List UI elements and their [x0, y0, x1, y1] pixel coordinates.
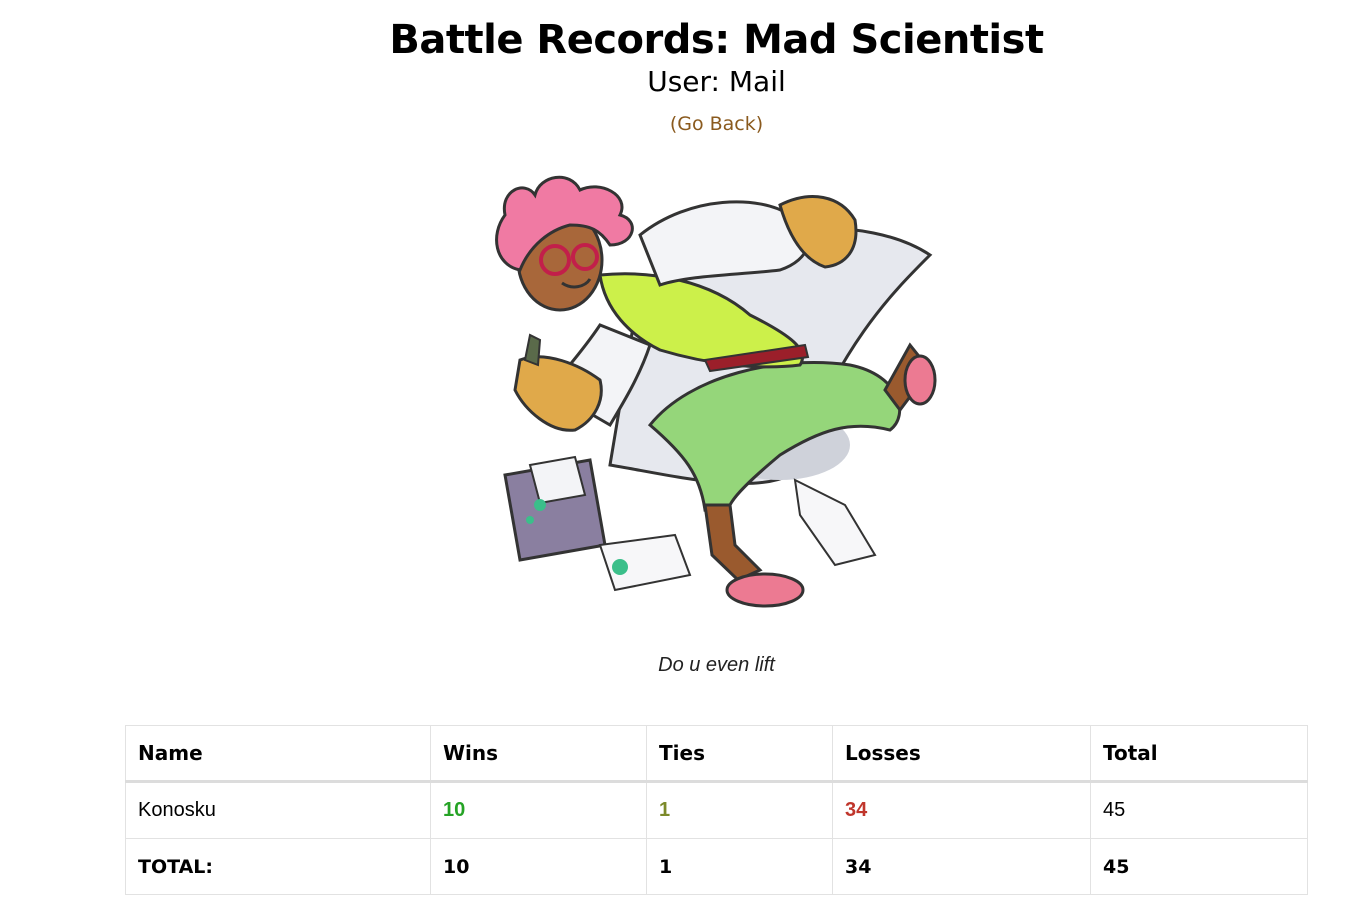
totals-label: TOTAL:: [125, 838, 431, 895]
header-name: Name: [125, 725, 431, 783]
page-title: Battle Records: Mad Scientist: [389, 17, 1044, 63]
totals-row: TOTAL: 10 1 34 45: [125, 838, 1308, 895]
mad-scientist-illustration: [495, 175, 937, 608]
totals-wins: 10: [430, 838, 647, 895]
totals-total: 45: [1090, 838, 1308, 895]
battle-records-table: Name Wins Ties Losses Total Konosku 10 1…: [125, 725, 1308, 895]
total-value: 45: [1090, 781, 1308, 839]
go-back-link[interactable]: (Go Back): [0, 112, 1363, 136]
table-row: Konosku 10 1 34 45: [125, 781, 1308, 839]
header-wins: Wins: [430, 725, 647, 783]
header-total: Total: [1090, 725, 1308, 783]
wins-value: 10: [430, 781, 647, 839]
header-ties: Ties: [646, 725, 833, 783]
portrait-caption: Do u even lift: [658, 654, 775, 676]
header-losses: Losses: [832, 725, 1091, 783]
player-name: Konosku: [125, 781, 431, 839]
totals-ties: 1: [646, 838, 833, 895]
ties-value: 1: [646, 781, 833, 839]
losses-value: 34: [832, 781, 1091, 839]
table-header-row: Name Wins Ties Losses Total: [125, 725, 1308, 783]
user-subtitle: User: Mail: [647, 65, 786, 98]
totals-losses: 34: [832, 838, 1091, 895]
